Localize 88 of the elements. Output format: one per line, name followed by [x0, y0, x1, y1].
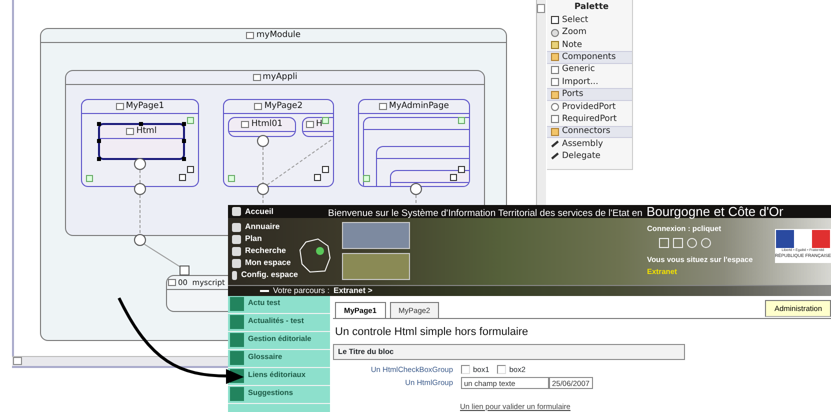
component-title: Html — [136, 125, 157, 138]
module-title: myModule — [256, 29, 301, 42]
breadcrumb-link[interactable]: Extranet > — [333, 284, 372, 296]
folder-icon[interactable] — [551, 90, 559, 99]
page-frame[interactable]: MyPage1 Html — [81, 99, 199, 187]
port-icon[interactable] — [134, 234, 146, 246]
selection-handle[interactable] — [182, 157, 186, 161]
vertical-scrollbar[interactable] — [536, 0, 546, 205]
component-icon — [246, 32, 254, 39]
scroll-left-icon[interactable] — [228, 175, 235, 182]
scroll-right-icon[interactable] — [450, 174, 457, 181]
scroll-left-icon[interactable] — [13, 357, 22, 365]
nav-link[interactable]: Plan — [245, 233, 262, 245]
folder-icon[interactable] — [551, 128, 559, 136]
selection-handle[interactable] — [97, 139, 101, 143]
scroll-up-icon[interactable] — [322, 117, 329, 124]
menu-icon — [230, 350, 244, 364]
palette-tool[interactable]: Note — [562, 38, 582, 52]
nav-link[interactable]: Mon espace — [245, 257, 291, 269]
palette-tool[interactable]: Delegate — [562, 150, 601, 163]
component-icon — [241, 121, 250, 128]
page-title: MyPage1 — [126, 100, 164, 113]
palette-tool[interactable]: Zoom — [562, 26, 587, 39]
required-port-icon[interactable] — [180, 266, 190, 276]
palette-tool[interactable]: ProvidedPort — [562, 100, 616, 114]
pointer-icon[interactable] — [551, 16, 559, 24]
component-frame[interactable]: Html — [98, 123, 185, 160]
selection-handle[interactable] — [182, 139, 186, 143]
palette-tool[interactable]: Assembly — [562, 138, 603, 150]
component-icon — [116, 103, 124, 110]
menu-icon — [230, 314, 244, 328]
crowd-photo-placeholder — [342, 253, 410, 280]
circle-port-icon[interactable] — [551, 102, 559, 111]
square-port-icon[interactable] — [551, 115, 559, 124]
component-icon — [254, 103, 262, 110]
mail-icon[interactable] — [659, 238, 669, 248]
menu-icon — [230, 386, 244, 400]
component-icon — [378, 103, 387, 110]
page-frame[interactable]: MyAdminPage — [358, 99, 470, 187]
scroll-left-icon[interactable] — [86, 175, 93, 182]
component-title: H — [316, 118, 322, 131]
selection-handle[interactable] — [182, 122, 186, 126]
scroll-right-icon[interactable] — [179, 174, 186, 181]
checkbox[interactable] — [497, 364, 506, 374]
scroll-down-icon[interactable] — [322, 166, 329, 173]
selection-handle[interactable] — [97, 122, 101, 126]
palette-tool[interactable]: Generic — [562, 63, 595, 76]
folder-icon[interactable] — [551, 53, 559, 62]
checkbox[interactable] — [461, 364, 470, 374]
flag-icon — [776, 230, 830, 248]
component-icon — [168, 279, 176, 286]
scroll-left-icon[interactable] — [363, 175, 370, 182]
selection-handle[interactable] — [139, 122, 143, 126]
scroll-up-icon[interactable] — [187, 117, 194, 124]
page-title: MyPage2 — [264, 100, 303, 113]
scroll-up-icon[interactable] — [458, 117, 465, 124]
home-link[interactable]: Accueil — [245, 206, 274, 218]
close-icon[interactable] — [701, 238, 711, 248]
nav-link[interactable]: Annuaire — [245, 221, 280, 233]
building-photo-placeholder — [342, 222, 410, 249]
application-title: myAppli — [262, 71, 298, 84]
note-icon[interactable] — [551, 40, 559, 49]
scroll-right-icon[interactable] — [314, 174, 321, 181]
component-frame[interactable]: Html01 — [228, 117, 296, 137]
page-title: MyAdminPage — [388, 100, 450, 113]
component-icon — [252, 74, 261, 81]
palette-title: Palette — [574, 0, 609, 14]
region-name: Bourgogne et Côte d'Or — [646, 202, 784, 221]
palette-tool[interactable]: Select — [562, 14, 588, 27]
breadcrumb-label: Votre parcours : — [273, 284, 330, 296]
nav-link[interactable]: Recherche — [245, 245, 286, 257]
zoom-icon[interactable] — [551, 28, 559, 37]
scroll-down-icon[interactable] — [187, 166, 194, 173]
map-drawing — [298, 238, 332, 274]
menu-icon — [230, 332, 244, 346]
component-icon — [306, 121, 314, 128]
palette-tool[interactable]: Import... — [562, 76, 598, 89]
component-frame[interactable]: H — [302, 117, 333, 137]
component-title: Html01 — [251, 118, 283, 131]
scroll-up-icon[interactable] — [537, 4, 545, 13]
scroll-down-icon[interactable] — [458, 166, 465, 173]
menu-icon — [230, 296, 244, 310]
page-frame[interactable]: MyPage2 Html01 H — [223, 99, 334, 187]
print-icon[interactable] — [673, 238, 683, 248]
palette-tool[interactable]: RequiredPort — [562, 112, 617, 126]
help-icon[interactable] — [687, 238, 697, 248]
selection-handle[interactable] — [97, 157, 101, 161]
component-icon — [126, 128, 134, 135]
